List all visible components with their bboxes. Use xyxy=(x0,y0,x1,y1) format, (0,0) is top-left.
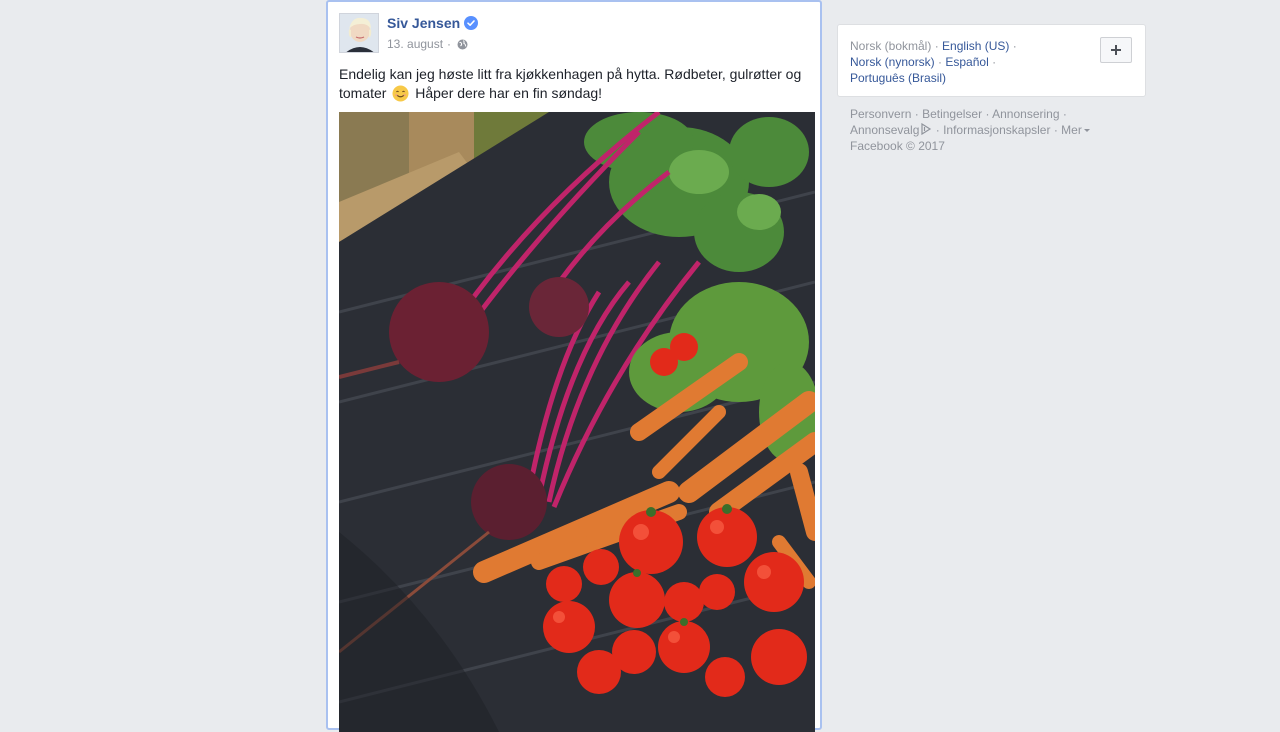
footer-link-personvern[interactable]: Personvern xyxy=(850,107,911,121)
post-card: Siv Jensen 13. august · Endelig kan jeg … xyxy=(326,0,822,732)
footer-separator: · xyxy=(1053,123,1058,137)
footer-separator: · xyxy=(935,123,940,137)
language-espanol[interactable]: Español xyxy=(945,55,988,69)
language-selector-box: Norsk (bokmål) · English (US) · Norsk (n… xyxy=(837,24,1146,97)
footer-link-annonsevalg[interactable]: Annonsevalg xyxy=(850,123,919,137)
globe-icon[interactable] xyxy=(457,39,468,50)
language-separator: · xyxy=(934,39,939,53)
footer-link-mer-label: Mer xyxy=(1061,123,1082,137)
footer-separator: · xyxy=(914,107,919,121)
language-english-us[interactable]: English (US) xyxy=(942,39,1009,53)
post-date[interactable]: 13. august xyxy=(387,37,443,51)
ad-choices-icon[interactable] xyxy=(920,122,932,136)
footer-link-mer[interactable]: Mer xyxy=(1061,123,1090,137)
post-meta: 13. august · xyxy=(387,37,468,51)
post-text: Endelig kan jeg høste litt fra kjøkkenha… xyxy=(339,65,809,103)
language-separator: · xyxy=(938,55,943,69)
post-photo[interactable] xyxy=(339,112,815,732)
add-language-button[interactable] xyxy=(1100,37,1132,63)
post-text-part2: Håper dere har en fin søndag! xyxy=(415,85,603,101)
language-norsk-nynorsk[interactable]: Norsk (nynorsk) xyxy=(850,55,935,69)
footer-link-betingelser[interactable]: Betingelser xyxy=(922,107,982,121)
avatar-image xyxy=(340,14,378,52)
language-separator: · xyxy=(992,55,997,69)
vegetable-harvest-image xyxy=(339,112,815,732)
caret-down-icon xyxy=(1083,129,1090,132)
author-row: Siv Jensen xyxy=(387,15,479,31)
language-separator: · xyxy=(1012,39,1017,53)
plus-icon xyxy=(1111,45,1121,55)
footer-separator: · xyxy=(985,107,990,121)
language-current: Norsk (bokmål) xyxy=(850,39,932,53)
language-portugues-brasil[interactable]: Português (Brasil) xyxy=(850,71,946,85)
footer-link-informasjonskapsler[interactable]: Informasjonskapsler xyxy=(943,123,1050,137)
author-name[interactable]: Siv Jensen xyxy=(387,15,460,31)
footer-link-annonsering[interactable]: Annonsering xyxy=(992,107,1059,121)
verified-badge-icon xyxy=(464,16,479,30)
smiling-face-emoji-icon xyxy=(392,85,409,102)
author-avatar[interactable] xyxy=(339,13,379,53)
meta-separator: · xyxy=(447,37,452,51)
footer-links: Personvern · Betingelser · Annonsering ·… xyxy=(850,106,1140,154)
footer-separator: · xyxy=(1062,107,1067,121)
footer-copyright: Facebook © 2017 xyxy=(850,139,945,153)
language-list: Norsk (bokmål) · English (US) · Norsk (n… xyxy=(850,38,1080,86)
